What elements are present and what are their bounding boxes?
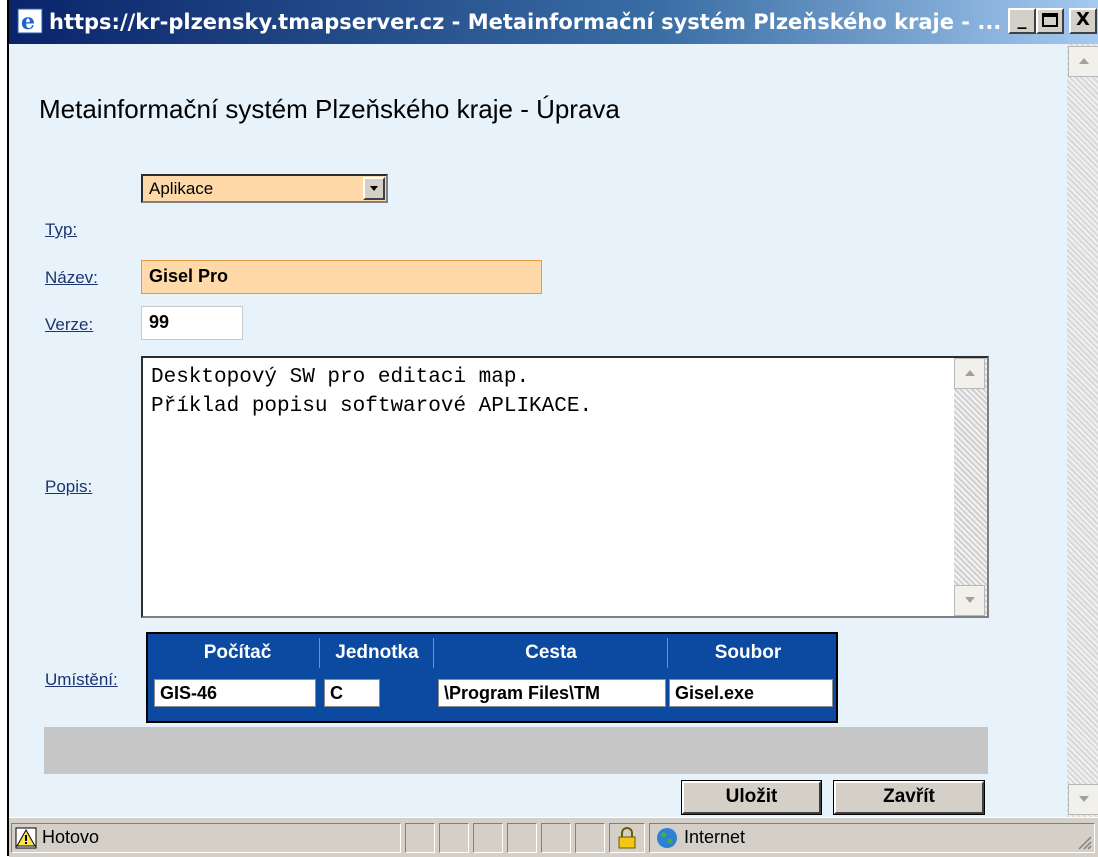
page-scroll-up-button[interactable] (1068, 46, 1098, 77)
resize-grip-icon[interactable] (1076, 834, 1092, 850)
popis-text: Desktopový SW pro editaci map. Příklad p… (151, 366, 593, 418)
verze-input[interactable]: 99 (141, 306, 243, 340)
zone-cell[interactable]: Internet (649, 823, 1095, 853)
globe-icon (657, 828, 677, 848)
status-text: Hotovo (42, 827, 100, 847)
nazev-label[interactable]: Název: (45, 268, 98, 288)
close-window-button[interactable]: X (1069, 8, 1097, 34)
scroll-down-button[interactable] (954, 585, 985, 616)
nazev-input[interactable]: Gisel Pro (141, 260, 542, 294)
maximize-button[interactable] (1036, 8, 1064, 34)
status-cell (507, 823, 537, 853)
arrow-down-icon (1079, 796, 1089, 802)
status-cell (473, 823, 503, 853)
ie-icon: e (17, 8, 43, 34)
dropdown-button[interactable] (363, 177, 385, 200)
jednotka-input[interactable]: C (324, 679, 380, 707)
page-scrollbar[interactable] (1067, 44, 1098, 817)
close-icon: X (1076, 9, 1090, 30)
arrow-up-icon (965, 370, 975, 376)
arrow-down-icon (965, 597, 975, 603)
status-cell (405, 823, 435, 853)
save-button[interactable]: Uložit (681, 780, 822, 815)
window-title: https://kr-plzensky.tmapserver.cz - Meta… (49, 10, 1002, 34)
zone-text: Internet (684, 827, 746, 847)
popis-textarea[interactable]: Desktopový SW pro editaci map. Příklad p… (141, 356, 989, 618)
header-soubor: Soubor (714, 642, 782, 663)
status-cell (541, 823, 571, 853)
page-content: Metainformační systém Plzeňského kraje -… (9, 44, 1067, 817)
page-title: Metainformační systém Plzeňského kraje -… (39, 94, 620, 124)
close-button[interactable]: Zavřít (833, 780, 985, 815)
arrow-up-icon (1079, 58, 1089, 64)
typ-label[interactable]: Typ: (45, 220, 77, 240)
security-cell[interactable] (609, 823, 645, 853)
status-cell (439, 823, 469, 853)
status-main-cell: Hotovo (11, 823, 401, 853)
umisteni-label[interactable]: Umístění: (45, 670, 118, 690)
popis-label[interactable]: Popis: (45, 477, 92, 497)
title-bar[interactable]: e https://kr-plzensky.tmapserver.cz - Me… (9, 0, 1098, 44)
header-cesta: Cesta (435, 638, 668, 668)
browser-window: e https://kr-plzensky.tmapserver.cz - Me… (7, 0, 1098, 857)
message-bar (44, 727, 988, 774)
minimize-icon: _ (1017, 9, 1027, 30)
textarea-scrollbar[interactable] (954, 358, 987, 616)
location-table: Počítač Jednotka Cesta Soubor GIS-46 C \… (146, 632, 838, 723)
lock-icon (618, 827, 636, 849)
verze-label[interactable]: Verze: (45, 315, 93, 335)
header-pocitac: Počítač (156, 638, 320, 668)
page-scroll-down-button[interactable] (1068, 784, 1098, 815)
minimize-button[interactable]: _ (1008, 8, 1036, 34)
pocitac-input[interactable]: GIS-46 (154, 679, 316, 707)
maximize-icon (1042, 13, 1058, 27)
status-bar: Hotovo Internet (9, 817, 1098, 857)
header-jednotka: Jednotka (321, 638, 434, 668)
typ-selected-value: Aplikace (149, 179, 214, 198)
chevron-down-icon (370, 186, 378, 191)
svg-text:e: e (21, 9, 35, 34)
soubor-input[interactable]: Gisel.exe (669, 679, 833, 707)
warning-icon (15, 827, 37, 849)
status-cell (575, 823, 605, 853)
cesta-input[interactable]: \Program Files\TM (438, 679, 666, 707)
typ-select[interactable]: Aplikace (141, 174, 388, 203)
scroll-up-button[interactable] (954, 358, 985, 389)
